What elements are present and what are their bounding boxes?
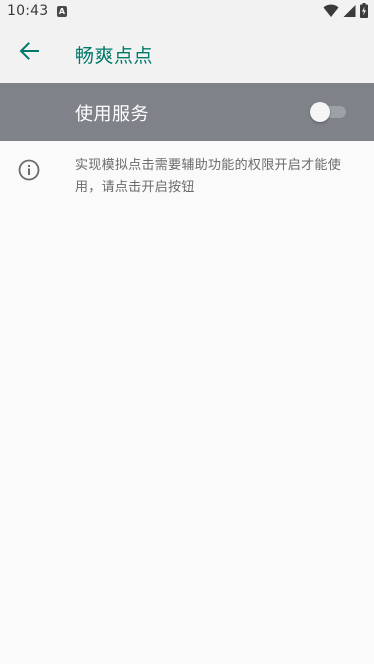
toggle-thumb [310, 102, 330, 122]
app-bar: 畅爽点点 [0, 24, 374, 83]
signal-icon [343, 3, 356, 22]
arrow-back-icon [19, 42, 39, 64]
app-title: 畅爽点点 [75, 45, 154, 67]
info-icon [18, 159, 40, 181]
info-text: 实现模拟点击需要辅助功能的权限开启才能使用，请点击开启按钮 [75, 158, 342, 195]
status-icons [323, 2, 368, 22]
notification-a-icon: A [57, 6, 67, 17]
status-bar: 10:43 A [0, 0, 374, 24]
service-toggle-switch[interactable] [310, 102, 348, 122]
screen: 10:43 A 畅爽点点 使用服务 实现模拟点击需要辅助功能的权限开启才能使用，… [0, 0, 374, 664]
info-row: 实现模拟点击需要辅助功能的权限开启才能使用，请点击开启按钮 [0, 141, 374, 211]
service-label: 使用服务 [75, 104, 149, 125]
wifi-icon [323, 3, 339, 22]
back-button[interactable] [9, 33, 49, 73]
status-time: 10:43 [7, 3, 49, 19]
service-toggle-row[interactable]: 使用服务 [0, 83, 374, 141]
battery-charging-icon [360, 2, 368, 22]
